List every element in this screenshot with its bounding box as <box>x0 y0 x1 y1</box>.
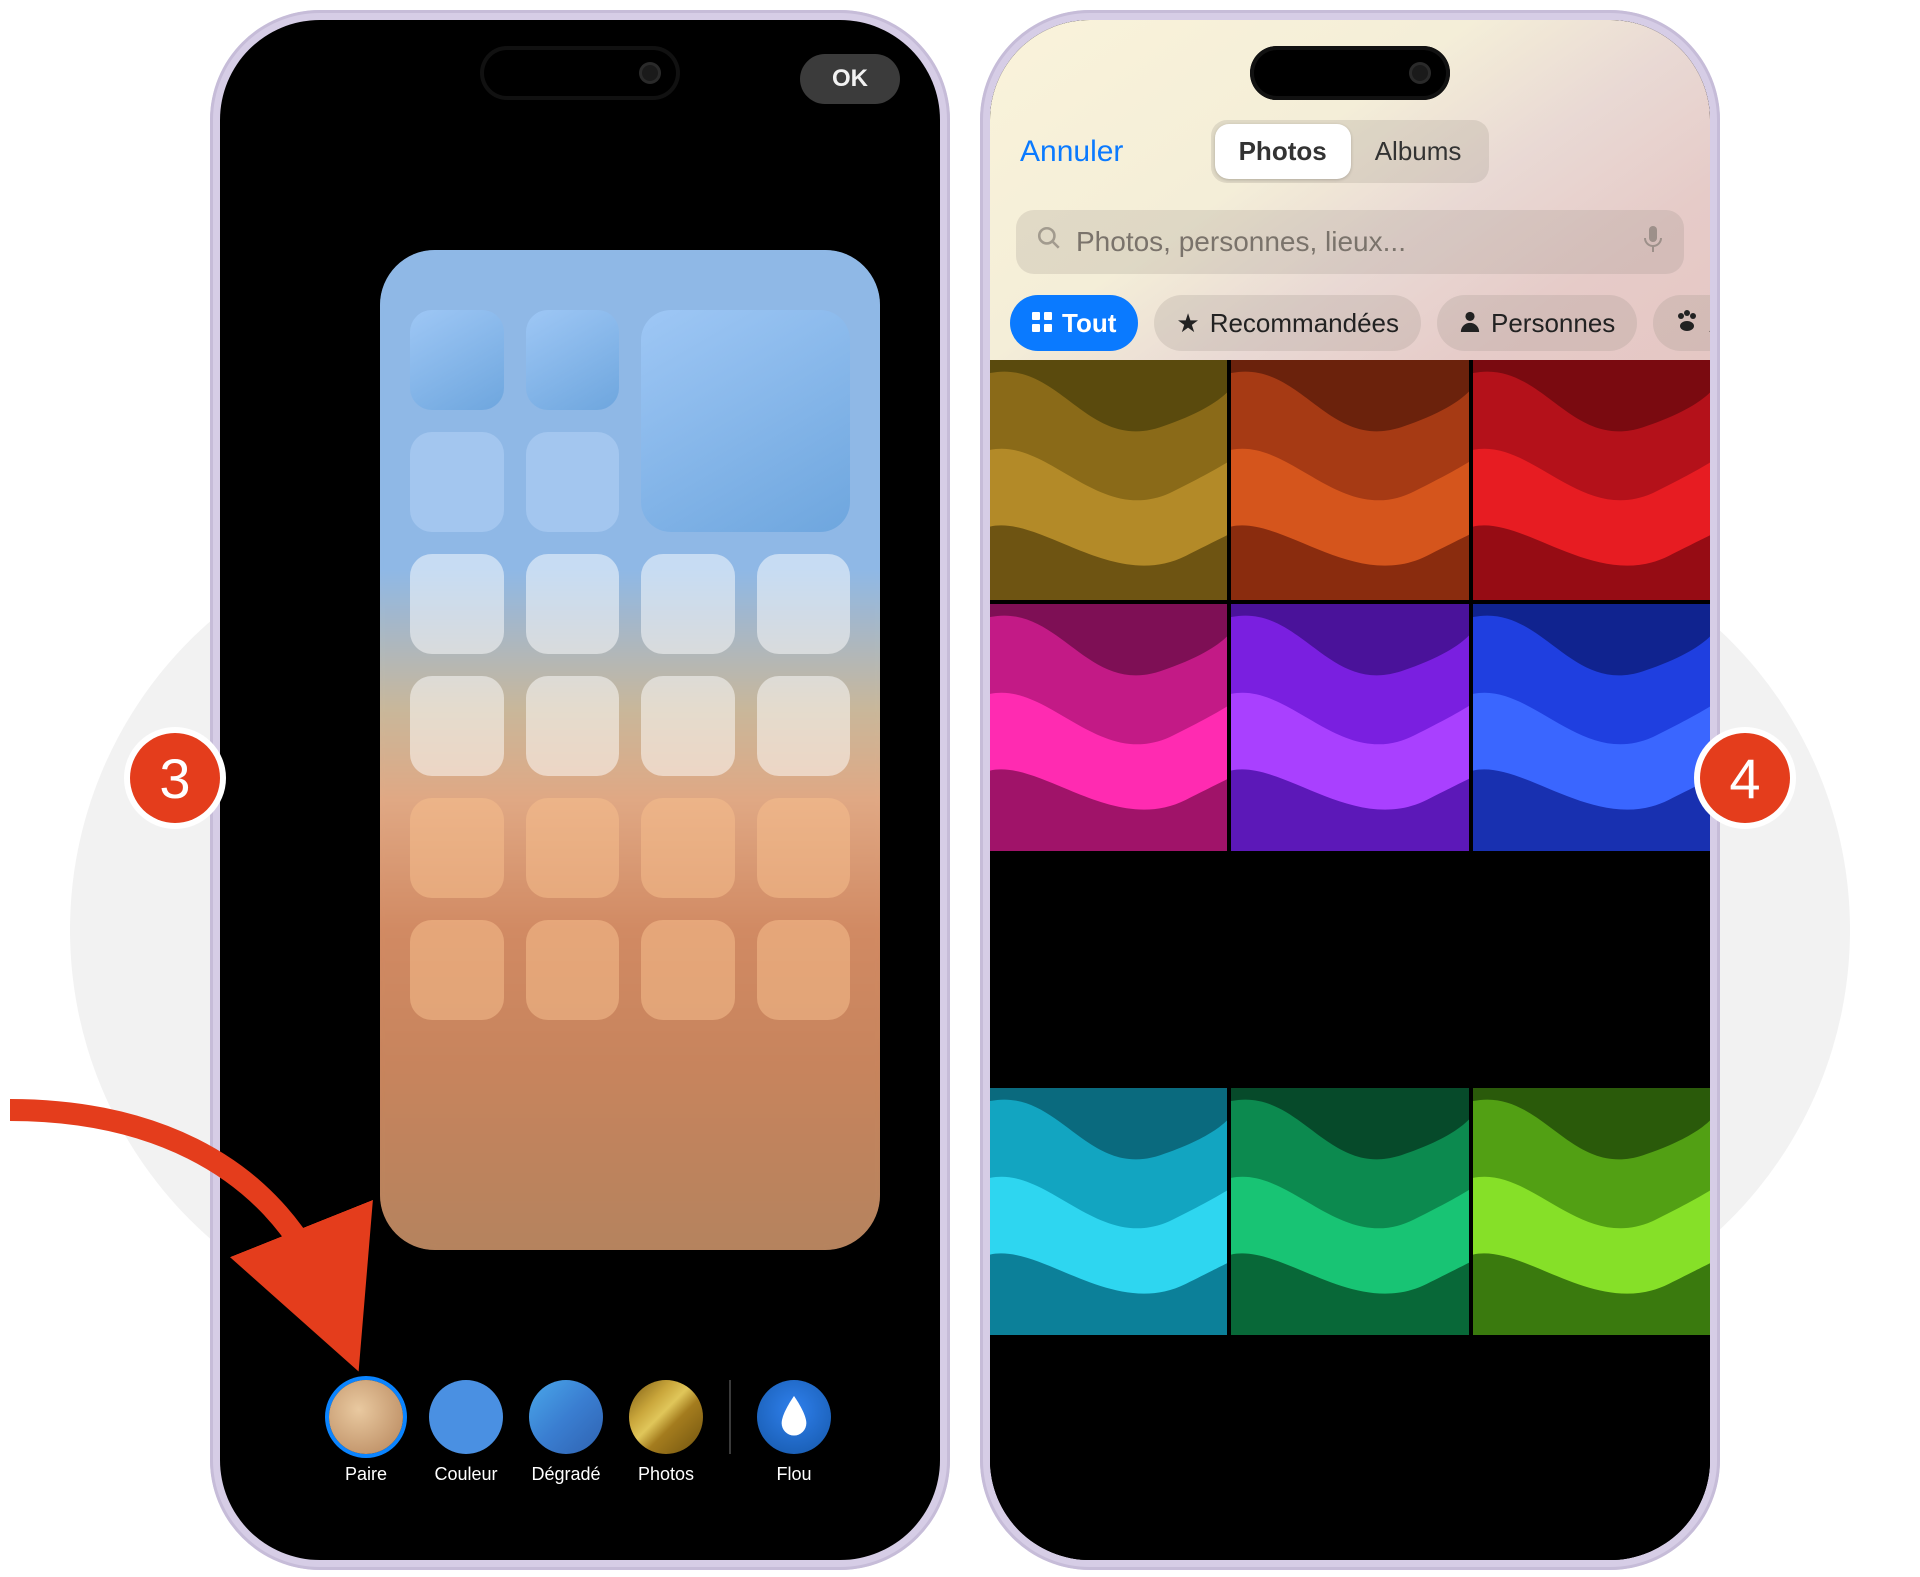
couleur-icon <box>429 1380 503 1454</box>
segment-photos[interactable]: Photos <box>1215 124 1351 179</box>
app-icon <box>757 798 851 898</box>
photos-icon <box>629 1380 703 1454</box>
search-icon <box>1036 225 1062 259</box>
app-icon <box>641 554 735 654</box>
toolbar-separator <box>729 1380 731 1454</box>
app-icon <box>526 554 620 654</box>
dynamic-island <box>1250 46 1450 100</box>
step-badge-4: 4 <box>1700 733 1790 823</box>
paw-icon <box>1675 308 1699 339</box>
photo-thumbnail[interactable] <box>990 360 1227 600</box>
chip-all-label: Tout <box>1062 308 1116 339</box>
toolbar-couleur[interactable]: Couleur <box>429 1380 503 1485</box>
photo-thumbnail[interactable] <box>990 604 1227 1084</box>
app-icon <box>641 798 735 898</box>
app-icon <box>526 432 620 532</box>
app-icon <box>410 920 504 1020</box>
app-icon <box>526 310 620 410</box>
app-icon <box>757 676 851 776</box>
toolbar-photos-label: Photos <box>638 1464 694 1485</box>
toolbar-degrade-label: Dégradé <box>531 1464 600 1485</box>
wallpaper-toolbar: Paire Couleur Dégradé Photos Flou <box>220 1380 940 1510</box>
chip-people-label: Personnes <box>1491 308 1615 339</box>
filter-chips: Tout ★ Recommandées Personnes A <box>1010 295 1710 355</box>
photo-thumbnail[interactable] <box>1473 604 1710 1084</box>
photo-thumbnail[interactable] <box>1231 360 1468 600</box>
photo-thumbnail[interactable] <box>1473 1088 1710 1560</box>
photo-thumbnail[interactable] <box>1473 360 1710 600</box>
app-icon <box>410 676 504 776</box>
degrade-icon <box>529 1380 603 1454</box>
app-icon <box>410 310 504 410</box>
toolbar-photos[interactable]: Photos <box>629 1380 703 1485</box>
chip-recommended-label: Recommandées <box>1210 308 1399 339</box>
search-input[interactable]: Photos, personnes, lieux... <box>1016 210 1684 274</box>
phone-mockup-right: Annuler Photos Albums Photos, personnes,… <box>980 10 1720 1570</box>
chip-animals[interactable]: A <box>1653 295 1710 351</box>
grid-icon <box>1032 308 1052 339</box>
photo-picker: Annuler Photos Albums Photos, personnes,… <box>990 20 1710 1560</box>
photo-thumbnail[interactable] <box>990 1088 1227 1560</box>
chip-recommended[interactable]: ★ Recommandées <box>1154 295 1421 351</box>
chip-all[interactable]: Tout <box>1010 295 1138 351</box>
microphone-icon[interactable] <box>1642 225 1664 260</box>
toolbar-paire[interactable]: Paire <box>329 1380 403 1485</box>
phone-mockup-left: OK <box>210 10 950 1570</box>
app-icon <box>526 798 620 898</box>
toolbar-paire-label: Paire <box>345 1464 387 1485</box>
app-icon <box>641 676 735 776</box>
app-icon <box>757 554 851 654</box>
toolbar-flou-label: Flou <box>776 1464 811 1485</box>
toolbar-couleur-label: Couleur <box>434 1464 497 1485</box>
photo-thumbnail[interactable] <box>1231 1088 1468 1560</box>
photo-thumbnail[interactable] <box>1231 604 1468 1084</box>
app-icon <box>641 920 735 1020</box>
wallpaper-preview[interactable] <box>380 250 880 1250</box>
chip-animals-label: A <box>1709 308 1710 339</box>
app-icon <box>526 676 620 776</box>
ok-button[interactable]: OK <box>800 54 900 104</box>
app-icon <box>410 554 504 654</box>
app-icon <box>757 920 851 1020</box>
toolbar-flou[interactable]: Flou <box>757 1380 831 1485</box>
flou-icon <box>757 1380 831 1454</box>
app-icon <box>410 798 504 898</box>
star-icon: ★ <box>1176 308 1199 339</box>
widget <box>641 310 850 532</box>
segment-albums[interactable]: Albums <box>1351 124 1486 179</box>
dynamic-island <box>480 46 680 100</box>
search-placeholder: Photos, personnes, lieux... <box>1076 226 1642 258</box>
phone-screen-picker: Annuler Photos Albums Photos, personnes,… <box>990 20 1710 1560</box>
phone-screen-editor: OK <box>220 20 940 1560</box>
toolbar-degrade[interactable]: Dégradé <box>529 1380 603 1485</box>
home-icon-grid <box>410 310 850 1020</box>
step-badge-3: 3 <box>130 733 220 823</box>
app-icon <box>526 920 620 1020</box>
app-icon <box>410 432 504 532</box>
picker-segmented: Photos Albums <box>990 120 1710 183</box>
chip-people[interactable]: Personnes <box>1437 295 1637 351</box>
paire-icon <box>329 1380 403 1454</box>
photo-grid <box>990 360 1710 1560</box>
person-icon <box>1459 308 1481 339</box>
